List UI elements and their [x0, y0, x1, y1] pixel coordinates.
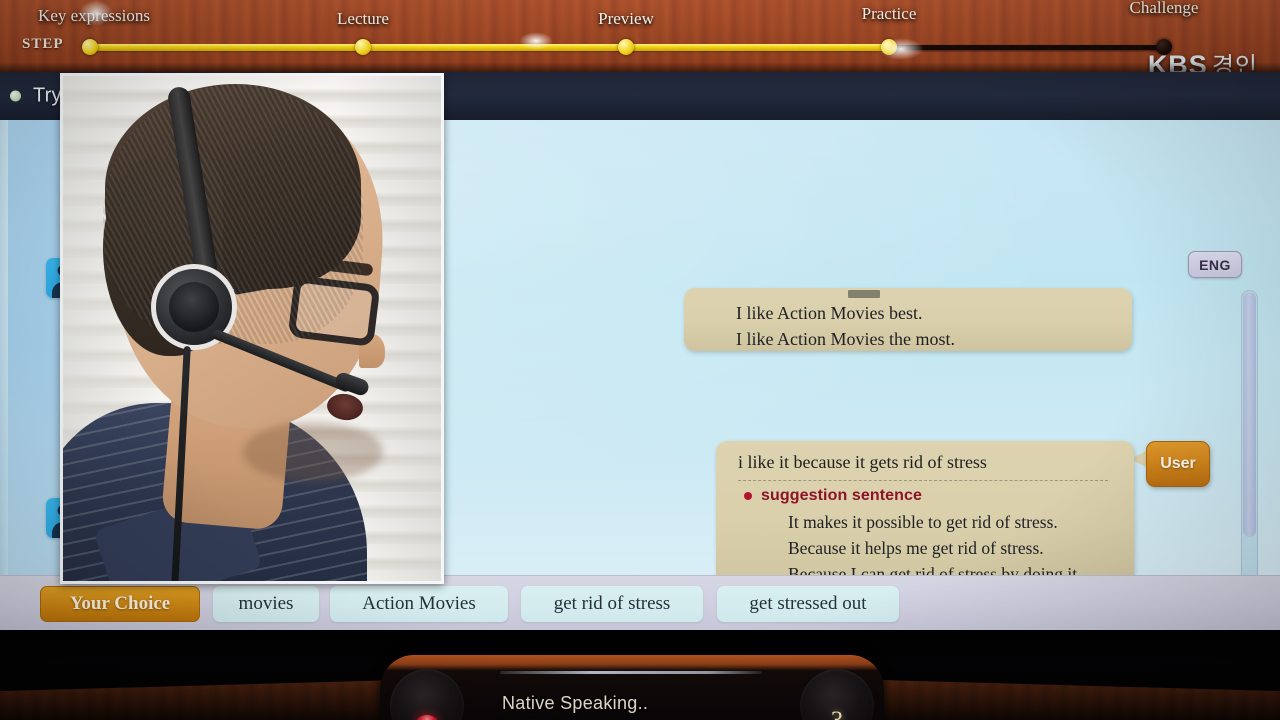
bullet-icon	[10, 90, 21, 102]
attempt-counter: 3	[831, 707, 844, 720]
native-speech-bubble: I like Action Movies best. I like Action…	[684, 288, 1132, 351]
step-track[interactable]	[0, 0, 1280, 72]
step-node-lecture[interactable]	[355, 39, 371, 55]
console-status-rail	[500, 671, 762, 674]
suggestion-item-2[interactable]: Because it helps me get rid of stress.	[788, 535, 1134, 561]
counter-knob[interactable]: 3	[800, 669, 874, 720]
suggestion-title: suggestion sentence	[761, 487, 923, 504]
suggestion-list: It makes it possible to get rid of stres…	[788, 509, 1134, 575]
step-node-practice[interactable]	[881, 39, 897, 55]
language-toggle-button[interactable]: ENG	[1188, 251, 1242, 278]
console-status-slot: Native Speaking..	[498, 671, 766, 720]
record-knob[interactable]	[390, 669, 464, 720]
suggestion-item-1[interactable]: It makes it possible to get rid of stres…	[788, 509, 1134, 535]
kbs-logo: KBS 경인	[1148, 46, 1258, 72]
step-node-preview[interactable]	[618, 39, 634, 55]
choice-chip-get-rid-of-stress[interactable]: get rid of stress	[521, 586, 703, 622]
step-progress-header: STEP Key expressions Lecture Preview Pra…	[0, 0, 1280, 72]
console-control-panel: 3 Native Speaking..	[380, 655, 884, 720]
headset-earcup-inner	[169, 282, 219, 332]
broadcast-frame: STEP Key expressions Lecture Preview Pra…	[0, 0, 1280, 720]
your-choice-label[interactable]: Your Choice	[40, 586, 200, 622]
kbs-region-text: 경인	[1211, 53, 1258, 72]
person-chin-shadow	[243, 422, 383, 482]
native-line-1: I like Action Movies best.	[736, 303, 923, 323]
record-light-icon	[416, 715, 438, 720]
user-answer-text[interactable]: i like it because it gets rid of stress	[738, 452, 1134, 473]
console-status-text: Native Speaking..	[502, 693, 649, 713]
vertical-scrollbar[interactable]	[1241, 290, 1258, 575]
suggestion-item-3[interactable]: Because I can get rid of stress by doing…	[788, 561, 1134, 575]
step-track-fill	[90, 44, 890, 51]
kbs-logo-text: KBS	[1147, 50, 1208, 72]
user-speech-bubble: i like it because it gets rid of stress …	[716, 441, 1134, 575]
choice-chip-action-movies[interactable]: Action Movies	[330, 586, 508, 622]
native-line-2: I like Action Movies the most.	[736, 329, 955, 349]
webcam-overlay	[60, 73, 444, 584]
light-glare-left	[79, 0, 113, 26]
choice-chip-movies[interactable]: movies	[213, 586, 319, 622]
webcam-video-feed	[63, 76, 441, 581]
choice-chip-get-stressed-out[interactable]: get stressed out	[717, 586, 899, 622]
clipped-text-fragment	[848, 290, 880, 298]
user-badge: User	[1146, 441, 1210, 487]
suggestion-header: suggestion sentence	[744, 487, 1134, 505]
bubble-divider	[738, 480, 1108, 481]
scrollbar-thumb[interactable]	[1243, 292, 1256, 537]
suggestion-bullet-icon	[744, 492, 752, 500]
step-node-key-expressions[interactable]	[82, 39, 98, 55]
